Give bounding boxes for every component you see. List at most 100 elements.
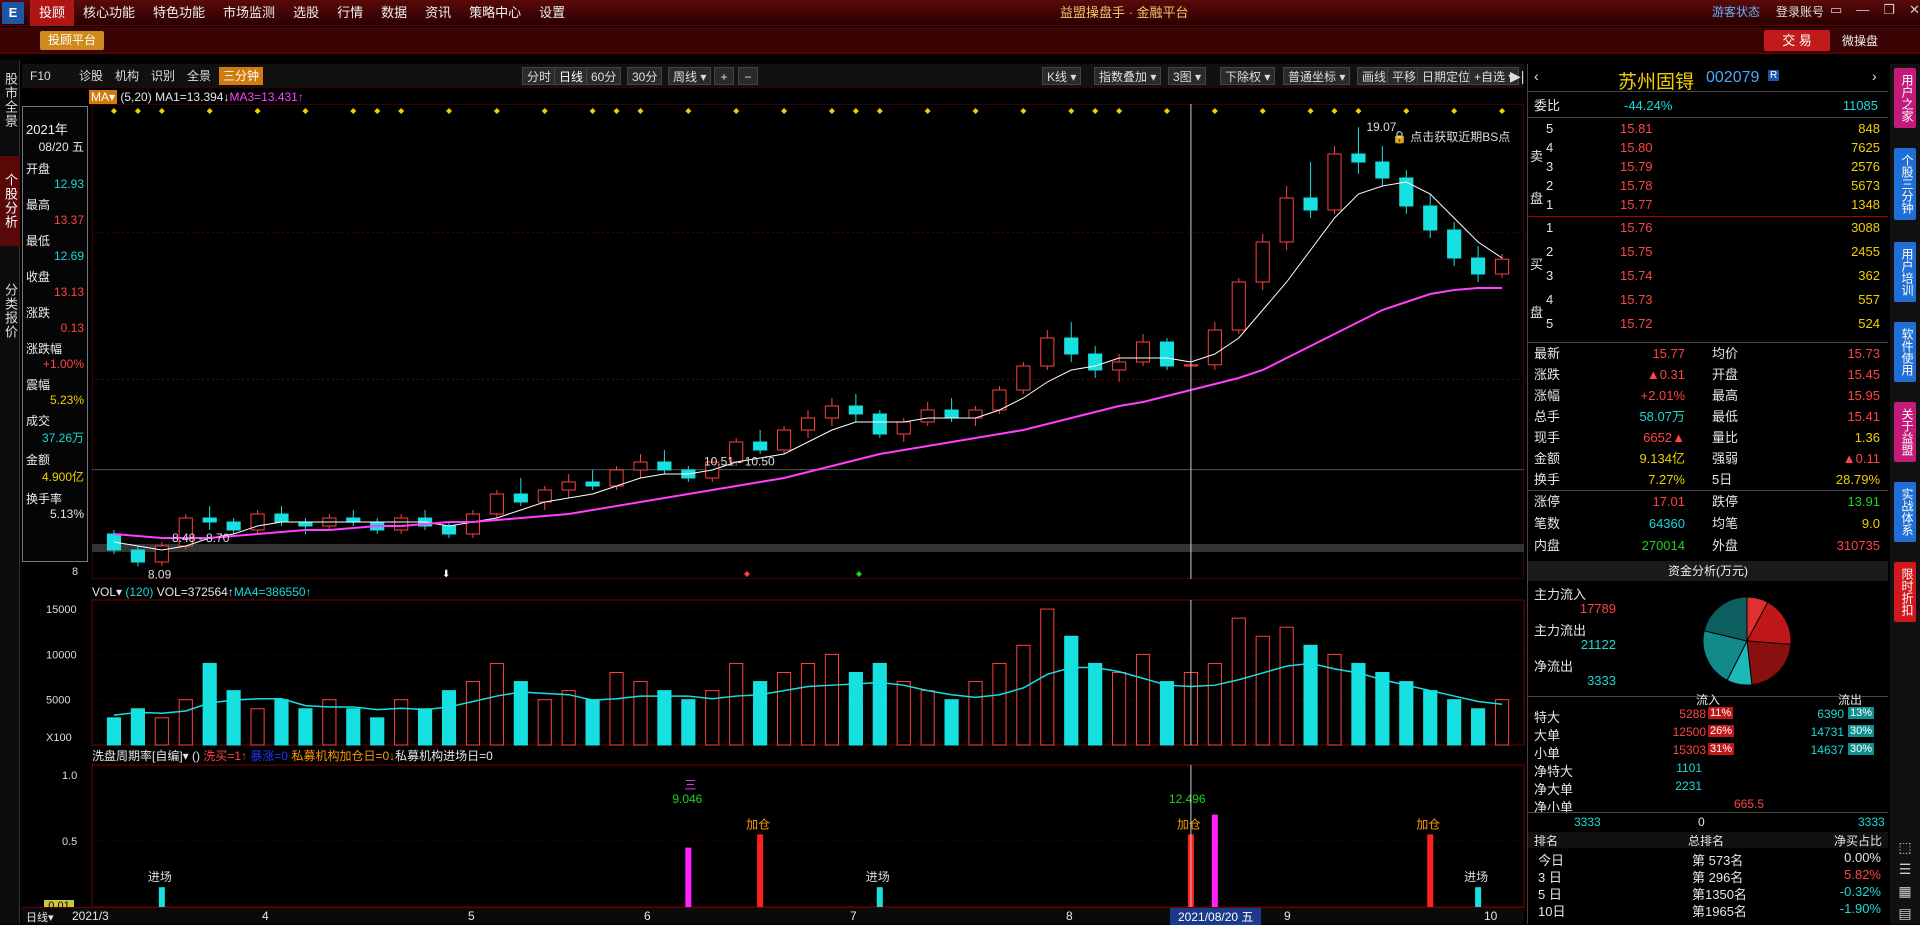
toolbar-right-2[interactable]: 3图 ▾ — [1168, 67, 1207, 85]
period-tab-2[interactable]: 60分 — [586, 67, 622, 85]
info-value-6: 5.23% — [49, 393, 84, 407]
app-logo-icon[interactable]: E — [2, 2, 24, 24]
close-icon[interactable]: ✕ — [1909, 2, 1920, 18]
toolbar-right-1[interactable]: 指数叠加 ▾ — [1094, 67, 1162, 85]
menu-item-7[interactable]: 资讯 — [416, 0, 460, 26]
promo-tab-0[interactable]: 用户之家 — [1894, 68, 1916, 128]
menu-item-4[interactable]: 选股 — [284, 0, 328, 26]
menu-item-5[interactable]: 行情 — [328, 0, 372, 26]
toolbar-left-4[interactable]: 全景 — [183, 67, 215, 85]
zoom-button-1[interactable]: − — [738, 67, 758, 85]
promo-tab-1[interactable]: 个股三分钟 — [1894, 148, 1916, 220]
grid-icon[interactable]: ▤ — [1892, 902, 1918, 924]
toolbar-right-7[interactable]: 日期定位 — [1417, 67, 1476, 85]
signal-diamond — [1307, 108, 1314, 114]
oscillator-chart[interactable]: 1.0 0.5 进场 加仓进场 加仓 加仓进场 三9.046 12.496 — [62, 764, 1525, 908]
menu-item-9[interactable]: 设置 — [530, 0, 574, 26]
candle-body — [441, 525, 457, 535]
candle-body — [1159, 341, 1175, 367]
toolbar-right-4[interactable]: 普通坐标 ▾ — [1283, 67, 1351, 85]
stat-value-b: 1.36 — [1854, 430, 1880, 445]
login-link[interactable]: 登录账号 — [1776, 3, 1824, 20]
toolbar-left-2[interactable]: 机构 — [111, 67, 143, 85]
toolbar-right-5[interactable]: 画线 — [1357, 67, 1392, 85]
toolbar-left-0[interactable]: F10 — [26, 67, 55, 85]
collapse-panel-icon[interactable]: ▶| — [1506, 67, 1528, 85]
period-tab-3[interactable]: 30分 — [627, 67, 663, 85]
promo-tab-2[interactable]: 用户培训 — [1894, 242, 1916, 302]
fund-value-0: 17789 — [1579, 601, 1616, 616]
guest-status-link[interactable]: 游客状态 — [1712, 3, 1760, 20]
prev-stock-icon[interactable]: ‹ — [1534, 68, 1539, 84]
osc-label-san: 三 — [684, 778, 696, 792]
volume-bar — [537, 699, 552, 746]
info-value-1: 13.37 — [53, 213, 84, 227]
tab-market-overview[interactable]: 股市全景 — [0, 64, 20, 136]
promo-tab-4[interactable]: 关于益盟 — [1894, 402, 1916, 462]
menu-item-6[interactable]: 数据 — [372, 0, 416, 26]
signal-diamond — [1499, 108, 1506, 114]
osc-title[interactable]: 洗盘周期率[自编]▾ — [92, 749, 189, 763]
period-selector[interactable]: 日线▾ — [26, 909, 54, 925]
quote-panel: ‹ 苏州固锝 002079 R › 委比 -44.24% 11085 5 15.8… — [1527, 64, 1888, 924]
bid-price: 15.72 — [1620, 316, 1653, 331]
tab-stock-analysis[interactable]: 个股分析 — [0, 156, 20, 246]
signal-diamond — [1451, 108, 1458, 114]
info-label-3: 收盘 — [26, 270, 51, 284]
fund-value-1: 21122 — [1580, 637, 1616, 652]
osc-paren: () — [192, 749, 201, 763]
menu-item-0[interactable]: 投顾 — [30, 0, 75, 26]
tab-category-quotes[interactable]: 分类报价 — [0, 266, 20, 356]
signal-diamond — [1092, 108, 1099, 114]
ask-row-1: 4 15.80 7625 — [1546, 138, 1880, 158]
osc-bar — [1211, 814, 1218, 907]
period-tab-4[interactable]: 周线 ▾ — [668, 67, 712, 85]
promo-tab-5[interactable]: 实战体系 — [1894, 482, 1916, 542]
list-icon[interactable]: ☰ — [1892, 858, 1918, 880]
net-label-2: 净小单 — [1534, 800, 1574, 815]
menu-icon[interactable]: ▭ — [1830, 2, 1842, 18]
toolbar-right-0[interactable]: K线 ▾ — [1042, 67, 1082, 85]
advisor-platform-button[interactable]: 投顾平台 — [40, 31, 105, 50]
next-stock-icon[interactable]: › — [1872, 68, 1877, 84]
flow-inpct-0: 11% — [1708, 707, 1734, 719]
signal-diamond — [206, 108, 213, 114]
signal-diamond — [398, 108, 405, 114]
candlestick-chart[interactable]: 19.078.098.48 - 8.7010.51 - 10.50⬇ — [92, 104, 1524, 579]
minimize-icon[interactable]: — — [1856, 2, 1869, 18]
net-label-1: 净大单 — [1534, 782, 1574, 797]
menu-item-1[interactable]: 核心功能 — [74, 0, 144, 26]
promo-tab-3[interactable]: 软件使用 — [1894, 322, 1916, 382]
zoom-button-0[interactable]: + — [714, 67, 734, 85]
toolbar-right-3[interactable]: 下除权 ▾ — [1220, 67, 1276, 85]
volume-chart[interactable]: 15000 10000 5000 X100 — [46, 599, 1525, 746]
toolbar-left-1[interactable]: 诊股 — [75, 67, 107, 85]
promo-tab-6[interactable]: 限时折扣 — [1894, 562, 1916, 622]
menu-item-3[interactable]: 市场监测 — [214, 0, 284, 26]
menu-item-8[interactable]: 策略中心 — [460, 0, 530, 26]
toolbar-right-6[interactable]: 平移 — [1387, 67, 1422, 85]
calc-icon[interactable]: ▦ — [1892, 880, 1918, 902]
toolbar-left-5[interactable]: 三分钟 — [219, 67, 264, 85]
restore-icon[interactable]: ❐ — [1883, 2, 1895, 18]
signal-diamond — [924, 108, 931, 114]
signal-diamond — [781, 108, 788, 114]
micro-trade-button[interactable]: 微操盘 — [1842, 32, 1878, 49]
trade-button[interactable]: 交 易 — [1764, 30, 1830, 51]
limit-value-b: 310735 — [1836, 538, 1880, 553]
ask-price: 15.78 — [1620, 178, 1653, 193]
vol-indicator-selector[interactable]: VOL▾ — [92, 585, 122, 599]
candle-body — [1016, 365, 1031, 391]
menu-item-2[interactable]: 特色功能 — [144, 0, 214, 26]
period-tab-1[interactable]: 日线 — [554, 67, 589, 85]
share-icon[interactable]: ⬚ — [1892, 836, 1918, 858]
volume-bar — [513, 681, 528, 746]
indicator-selector[interactable]: MA▾ — [89, 90, 118, 104]
red-diamond-marker — [744, 571, 750, 577]
sell-label-2: 盘 — [1530, 191, 1544, 206]
toolbar-left-3[interactable]: 识别 — [147, 67, 179, 85]
candle-body — [1279, 197, 1294, 243]
period-tab-0[interactable]: 分时 — [522, 67, 557, 85]
bs-tip[interactable]: 🔒 点击获取近期BS点 — [1392, 128, 1510, 145]
volume-bar — [1494, 699, 1510, 746]
